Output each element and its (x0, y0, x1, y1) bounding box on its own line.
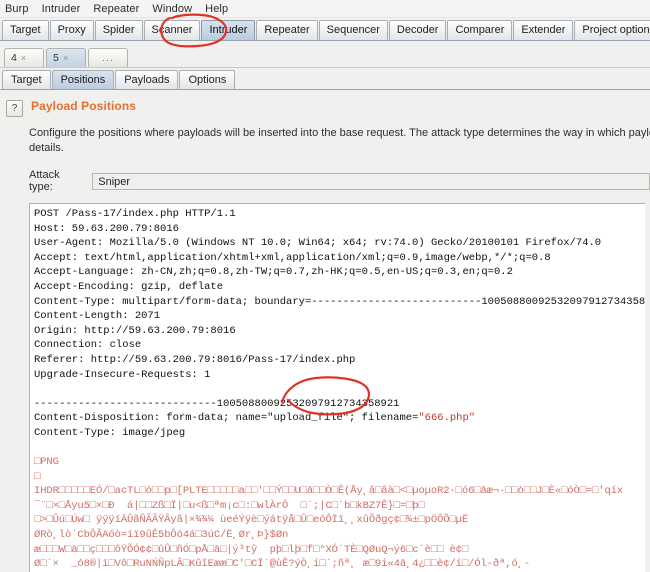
request-line: Content-Type: image/jpeg (34, 426, 186, 439)
main-tab-bar: Target Proxy Spider Scanner Intruder Rep… (0, 18, 650, 41)
help-icon[interactable]: ? (6, 100, 23, 117)
page-title: Payload Positions (31, 99, 137, 113)
tab-scanner[interactable]: Scanner (143, 20, 201, 40)
request-line: Content-Disposition: form-data; name="up… (34, 412, 476, 425)
request-line: Accept-Language: zh-CN,zh;q=0.8,zh-TW;q=… (34, 266, 513, 279)
close-icon[interactable]: × (63, 49, 68, 67)
attack-tab-5-label: 5 (53, 52, 59, 64)
attack-tab-4-label: 4 (11, 52, 17, 64)
request-line: Accept: text/html,application/xhtml+xml,… (34, 251, 551, 264)
attack-type-select[interactable]: Sniper (92, 172, 650, 190)
subtab-options[interactable]: Options (179, 70, 236, 89)
menu-item-burp[interactable]: Burp (3, 3, 31, 15)
tab-comparer[interactable]: Comparer (447, 20, 513, 40)
menu-item-window[interactable]: Window (150, 3, 194, 15)
request-line: Ø□`× _ó8®|ï□Vô□RuNŃÑpLÂ□KûîEææ□C'□CÏ`@ùÊ… (34, 558, 531, 571)
request-line: ØRò¸lò´CbÔÃAóò=íï9ûÊ5bÔó4á□3úC/Ë¸Ør¸Þ}$Ø… (34, 529, 289, 542)
request-line: User-Agent: Mozilla/5.0 (Windows NT 10.0… (34, 237, 602, 250)
menu-item-intruder[interactable]: Intruder (40, 3, 83, 15)
request-line: -----------------------------10050880092… (34, 397, 400, 410)
subtab-payloads[interactable]: Payloads (115, 70, 179, 89)
tab-sequencer[interactable]: Sequencer (318, 20, 388, 40)
request-line: IHDR□□□□□EÓ/□acTL□ó□□p□[PLTE□□□□□a□□'□□Ý… (34, 485, 624, 498)
request-line: Accept-Encoding: gzip, deflate (34, 280, 224, 293)
tab-intruder[interactable]: Intruder (201, 20, 256, 40)
request-line (34, 441, 645, 456)
tab-repeater[interactable]: Repeater (256, 20, 318, 40)
request-line: □PNG (34, 456, 59, 469)
request-text[interactable]: POST /Pass-17/index.php HTTP/1.1 Host: 59… (30, 204, 645, 572)
request-line: Referer: http://59.63.200.79:8016/Pass-1… (34, 353, 356, 366)
tab-spider[interactable]: Spider (94, 20, 143, 40)
tab-extender[interactable]: Extender (513, 20, 574, 40)
request-line: Origin: http://59.63.200.79:8016 (34, 324, 236, 337)
attack-tab-5[interactable]: 5 × (46, 48, 86, 67)
intruder-sub-tab-bar: Target Positions Payloads Options (0, 68, 650, 90)
attack-type-label: Attack type: (29, 169, 60, 193)
request-line: Connection: close (34, 339, 142, 352)
burp-suite-window: Burp Intruder Repeater Window Help Targe… (0, 0, 650, 572)
subtab-target[interactable]: Target (2, 70, 51, 89)
request-line: ¯¨□×□Åyu5□×□Ð á|□□Zß□Ï|□u<ß□ªm¡c□:□wlÀrÔ… (34, 499, 425, 512)
request-editor[interactable]: POST /Pass-17/index.php HTTP/1.1 Host: 59… (29, 203, 645, 572)
tab-decoder[interactable]: Decoder (388, 20, 447, 40)
section-header: ? Payload Positions (0, 99, 650, 117)
description-line-2: details. (29, 142, 64, 154)
request-line: æ□□□W□ā□□ç□□□ôŸÕÓ¢¢□ûÛ□ñÓ□pÅ□ā□|ý³tŷ pþ□… (34, 543, 469, 556)
description-line-1: Configure the positions where payloads w… (29, 127, 650, 139)
payload-marker: "666.php" (418, 412, 476, 425)
tab-project-options[interactable]: Project options (574, 20, 650, 40)
payload-positions-panel: ? Payload Positions Configure the positi… (0, 90, 650, 572)
menu-item-help[interactable]: Help (203, 3, 230, 15)
attack-tab-4[interactable]: 4 × (4, 48, 44, 67)
menu-item-repeater[interactable]: Repeater (91, 3, 141, 15)
request-line: □ (34, 470, 41, 483)
attack-tab-bar: 4 × 5 × ... (0, 41, 650, 68)
request-line: POST /Pass-17/index.php HTTP/1.1 (34, 208, 236, 220)
request-line: Host: 59.63.200.79:8016 (34, 222, 179, 235)
attack-tab-more[interactable]: ... (88, 48, 128, 67)
request-line: □>□Ûú□Úw□ ÿÿÿíÄÛãÑÃÃŸÂyã|×¾¾¼ ùeéÝÿè□ýát… (34, 514, 469, 527)
request-line: Content-Length: 2071 (34, 310, 161, 323)
close-icon[interactable]: × (21, 49, 26, 67)
request-line: Content-Type: multipart/form-data; bound… (34, 295, 645, 308)
menu-bar: Burp Intruder Repeater Window Help (0, 0, 650, 18)
section-description: Configure the positions where payloads w… (29, 126, 650, 156)
subtab-positions[interactable]: Positions (51, 70, 115, 89)
request-line (34, 382, 645, 397)
request-line: Upgrade-Insecure-Requests: 1 (34, 368, 211, 381)
attack-type-row: Attack type: Sniper (29, 169, 650, 193)
tab-target[interactable]: Target (2, 20, 49, 40)
tab-proxy[interactable]: Proxy (49, 20, 94, 40)
